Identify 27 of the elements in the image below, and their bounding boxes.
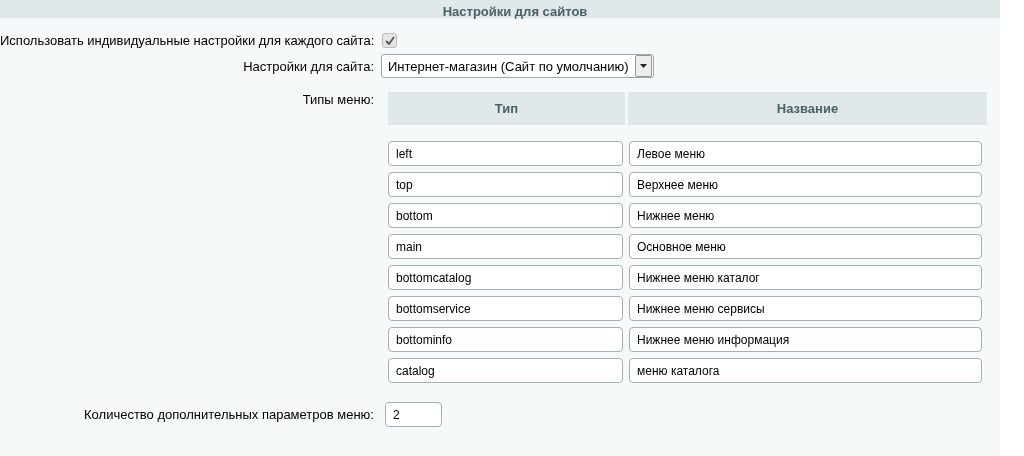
input-field[interactable]: Нижнее меню — [629, 203, 982, 229]
checkbox[interactable] — [382, 33, 397, 49]
input-field[interactable]: Нижнее меню сервисы — [629, 296, 982, 322]
field-label: Количество дополнительных параметров меню: — [84, 407, 374, 423]
site-select[interactable]: Интернет-магазин (Сайт по умолчанию) — [381, 54, 654, 79]
input-field[interactable]: main — [388, 234, 623, 260]
caret-icon — [634, 55, 652, 78]
input-field[interactable]: bottomcatalog — [388, 265, 623, 291]
field-label: Настройки для сайта: — [243, 58, 374, 74]
column-header: Тип — [388, 92, 625, 126]
input-field[interactable]: bottom — [388, 203, 623, 229]
input-field[interactable]: catalog — [388, 358, 623, 384]
field-label: Использовать индивидуальные настройки для каждого сайта: — [0, 32, 375, 48]
input-field[interactable]: Нижнее меню каталог — [629, 265, 982, 291]
column-header: Название — [628, 92, 987, 126]
input-field[interactable]: Верхнее меню — [629, 172, 982, 198]
input-field[interactable]: bottomservice — [388, 296, 623, 322]
field-label: Типы меню: — [302, 92, 374, 108]
input-field[interactable]: Основное меню — [629, 234, 982, 260]
input-field[interactable]: меню каталога — [629, 358, 982, 384]
input-field[interactable]: left — [388, 141, 623, 167]
input-field[interactable]: top — [388, 172, 623, 198]
input-field[interactable]: Левое меню — [629, 141, 982, 167]
section-title: Настройки для сайтов — [442, 5, 588, 18]
input-field[interactable]: Нижнее меню информация — [629, 327, 982, 353]
input-field[interactable]: 2 — [385, 402, 442, 428]
input-field[interactable]: bottominfo — [388, 327, 623, 353]
